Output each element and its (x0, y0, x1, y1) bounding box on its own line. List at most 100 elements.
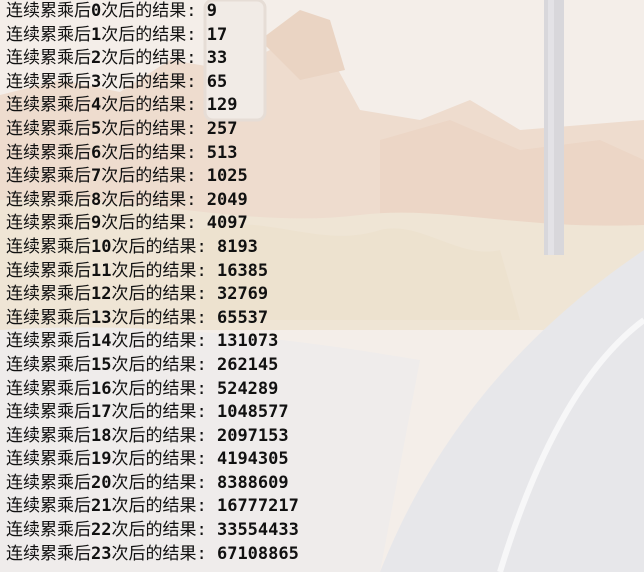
separator: : (186, 189, 207, 210)
result-value: 8388609 (216, 472, 289, 493)
result-value: 1025 (206, 166, 248, 187)
result-value: 129 (206, 95, 238, 116)
console-line-prefix: 连续累乘后 (6, 71, 91, 92)
console-line: 连续累乘后14次后的结果: 131073 (6, 330, 299, 354)
separator: : (196, 402, 217, 423)
iteration-number: 14 (91, 331, 112, 352)
iteration-number: 13 (91, 307, 112, 328)
result-value: 2097153 (216, 425, 289, 446)
console-line-prefix: 连续累乘后 (6, 166, 91, 187)
console-line-suffix: 次后的结果 (101, 142, 187, 163)
iteration-number: 11 (91, 260, 112, 281)
console-line-prefix: 连续累乘后 (6, 284, 91, 305)
separator: : (196, 543, 217, 564)
console-line-suffix: 次后的结果 (101, 95, 187, 116)
console-line-suffix: 次后的结果 (111, 354, 197, 375)
iteration-number: 22 (91, 520, 112, 541)
console-line-prefix: 连续累乘后 (6, 402, 91, 423)
console-line-prefix: 连续累乘后 (6, 189, 91, 210)
separator: : (196, 284, 217, 305)
console-line: 连续累乘后19次后的结果: 4194305 (6, 448, 299, 472)
console-line-suffix: 次后的结果 (111, 425, 197, 446)
console-line: 连续累乘后13次后的结果: 65537 (6, 307, 299, 331)
console-line-suffix: 次后的结果 (111, 331, 197, 352)
iteration-number: 20 (91, 472, 112, 493)
console-line: 连续累乘后21次后的结果: 16777217 (6, 495, 299, 519)
separator: : (196, 378, 217, 399)
iteration-number: 2 (91, 48, 102, 69)
iteration-number: 3 (91, 71, 102, 92)
separator: : (196, 354, 217, 375)
console-line: 连续累乘后6次后的结果: 513 (6, 142, 299, 166)
iteration-number: 18 (91, 425, 112, 446)
console-line-suffix: 次后的结果 (111, 260, 197, 281)
iteration-number: 23 (91, 543, 112, 564)
console-line: 连续累乘后7次后的结果: 1025 (6, 165, 299, 189)
result-value: 17 (206, 24, 228, 45)
console-line-prefix: 连续累乘后 (6, 520, 91, 541)
console-line: 连续累乘后20次后的结果: 8388609 (6, 472, 299, 496)
console-line-suffix: 次后的结果 (101, 48, 187, 69)
console-line-prefix: 连续累乘后 (6, 331, 91, 352)
iteration-number: 15 (91, 354, 112, 375)
console-line-prefix: 连续累乘后 (6, 48, 91, 69)
result-value: 65537 (216, 307, 269, 328)
console-line-prefix: 连续累乘后 (6, 24, 91, 45)
console-line-prefix: 连续累乘后 (6, 472, 91, 493)
result-value: 67108865 (216, 543, 299, 564)
separator: : (186, 213, 207, 234)
console-line: 连续累乘后0次后的结果: 9 (6, 0, 299, 24)
console-line-prefix: 连续累乘后 (6, 142, 91, 163)
result-value: 9 (206, 1, 217, 21)
console-line-suffix: 次后的结果 (111, 520, 197, 541)
result-value: 4097 (206, 213, 248, 234)
console-line: 连续累乘后1次后的结果: 17 (6, 24, 299, 48)
console-line-prefix: 连续累乘后 (6, 543, 91, 564)
separator: : (196, 472, 217, 493)
console-line: 连续累乘后2次后的结果: 33 (6, 47, 299, 71)
iteration-number: 4 (91, 95, 102, 116)
iteration-number: 1 (91, 24, 102, 45)
console-line-prefix: 连续累乘后 (6, 236, 91, 257)
console-line-suffix: 次后的结果 (111, 449, 197, 470)
console-line-suffix: 次后的结果 (111, 496, 197, 517)
separator: : (196, 307, 217, 328)
result-value: 32769 (216, 284, 269, 305)
result-value: 16385 (216, 260, 269, 281)
console-line: 连续累乘后16次后的结果: 524289 (6, 378, 299, 402)
iteration-number: 5 (91, 118, 102, 139)
console-line: 连续累乘后9次后的结果: 4097 (6, 212, 299, 236)
console-line-prefix: 连续累乘后 (6, 354, 91, 375)
separator: : (186, 118, 207, 139)
console-line-suffix: 次后的结果 (111, 378, 197, 399)
iteration-number: 17 (91, 402, 112, 423)
result-value: 16777217 (216, 496, 299, 517)
iteration-number: 12 (91, 284, 112, 305)
console-line: 连续累乘后8次后的结果: 2049 (6, 189, 299, 213)
console-line: 连续累乘后18次后的结果: 2097153 (6, 425, 299, 449)
separator: : (196, 260, 217, 281)
console-line: 连续累乘后10次后的结果: 8193 (6, 236, 299, 260)
iteration-number: 8 (91, 189, 102, 210)
iteration-number: 9 (91, 213, 102, 234)
separator: : (186, 142, 207, 163)
console-line: 连续累乘后5次后的结果: 257 (6, 118, 299, 142)
console-line: 连续累乘后17次后的结果: 1048577 (6, 401, 299, 425)
result-value: 513 (206, 142, 238, 163)
result-value: 262145 (216, 354, 279, 375)
iteration-number: 6 (91, 142, 102, 163)
iteration-number: 19 (91, 449, 112, 470)
console-line-suffix: 次后的结果 (101, 118, 187, 139)
console-line-suffix: 次后的结果 (101, 213, 187, 234)
iteration-number: 10 (91, 236, 112, 257)
console-line-suffix: 次后的结果 (101, 71, 187, 92)
iteration-number: 7 (91, 166, 102, 187)
console-output: 连续累乘后0次后的结果: 9 连续累乘后1次后的结果: 17 连续累乘后2次后的结果… (6, 0, 299, 566)
separator: : (186, 166, 207, 187)
separator: : (186, 48, 207, 69)
iteration-number: 16 (91, 378, 112, 399)
console-line-prefix: 连续累乘后 (6, 260, 91, 281)
console-line: 连续累乘后3次后的结果: 65 (6, 71, 299, 95)
console-line-prefix: 连续累乘后 (6, 95, 91, 116)
separator: : (196, 425, 217, 446)
